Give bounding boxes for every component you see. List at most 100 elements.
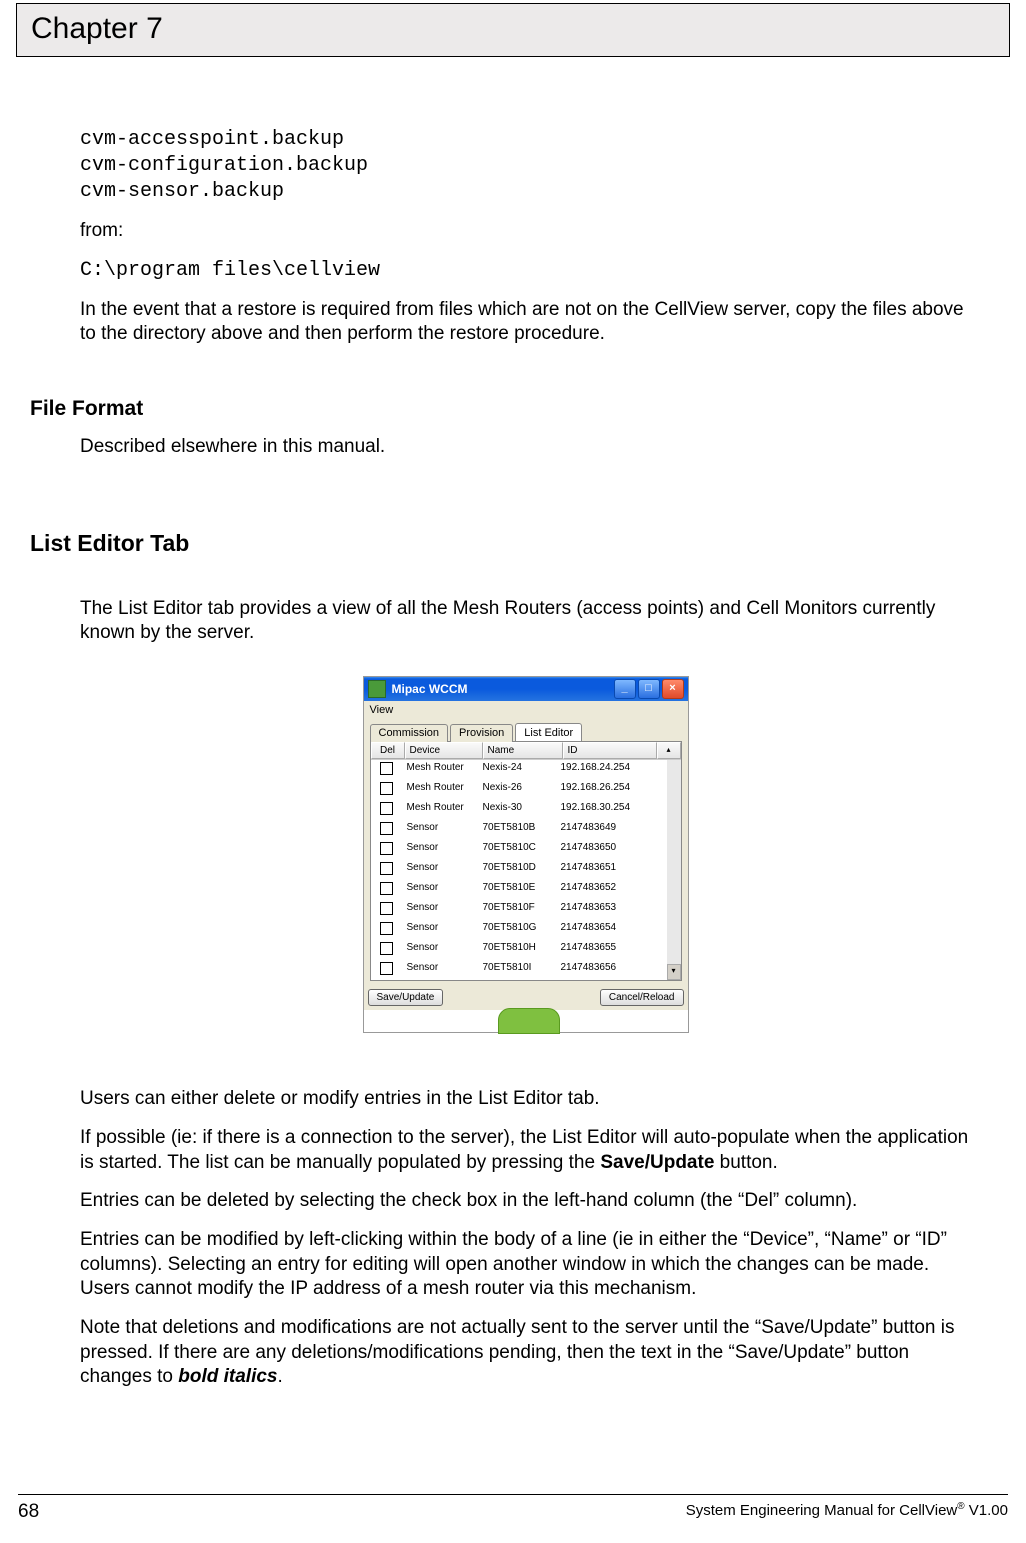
tab-list-editor[interactable]: List Editor bbox=[515, 723, 582, 741]
scrollbar[interactable]: ▾ bbox=[667, 760, 681, 980]
del-checkbox-cell[interactable] bbox=[371, 800, 403, 820]
tab-row: Commission Provision List Editor bbox=[364, 719, 688, 741]
checkbox-icon[interactable] bbox=[380, 822, 393, 835]
name-cell[interactable]: Nexis-24 bbox=[479, 760, 557, 780]
checkbox-icon[interactable] bbox=[380, 762, 393, 775]
text-span: . bbox=[278, 1366, 283, 1387]
device-cell[interactable]: Mesh Router bbox=[403, 780, 479, 800]
header-id[interactable]: ID bbox=[563, 742, 657, 759]
device-cell[interactable]: Sensor bbox=[403, 840, 479, 860]
close-button[interactable]: × bbox=[662, 679, 684, 699]
del-checkbox-cell[interactable] bbox=[371, 840, 403, 860]
name-cell[interactable]: 70ET5810E bbox=[479, 880, 557, 900]
menu-view[interactable]: View bbox=[370, 704, 394, 716]
name-cell[interactable]: 70ET5810G bbox=[479, 920, 557, 940]
scroll-up-button[interactable]: ▴ bbox=[657, 742, 681, 759]
del-checkbox-cell[interactable] bbox=[371, 940, 403, 960]
tab-panel: Del Device Name ID ▴ Mesh RouterNexis-24… bbox=[370, 741, 682, 981]
id-cell[interactable]: 192.168.26.254 bbox=[557, 780, 667, 800]
header-del[interactable]: Del bbox=[371, 742, 405, 759]
device-cell[interactable]: Sensor bbox=[403, 900, 479, 920]
device-cell[interactable]: Mesh Router bbox=[403, 760, 479, 780]
del-checkbox-cell[interactable] bbox=[371, 880, 403, 900]
device-cell[interactable]: Sensor bbox=[403, 860, 479, 880]
name-cell[interactable]: 70ET5810H bbox=[479, 940, 557, 960]
checkbox-icon[interactable] bbox=[380, 862, 393, 875]
name-cell[interactable]: 70ET5810D bbox=[479, 860, 557, 880]
table-row[interactable]: Mesh RouterNexis-30192.168.30.254 bbox=[371, 800, 667, 820]
name-cell[interactable]: 70ET5810C bbox=[479, 840, 557, 860]
checkbox-icon[interactable] bbox=[380, 782, 393, 795]
button-row: Save/Update Cancel/Reload bbox=[364, 985, 688, 1010]
table-row[interactable]: Sensor70ET5810F2147483653 bbox=[371, 900, 667, 920]
device-cell[interactable]: Sensor bbox=[403, 920, 479, 940]
del-checkbox-cell[interactable] bbox=[371, 760, 403, 780]
id-cell[interactable]: 2147483651 bbox=[557, 860, 667, 880]
scroll-down-button[interactable]: ▾ bbox=[667, 964, 681, 980]
tab-provision[interactable]: Provision bbox=[450, 724, 513, 742]
name-cell[interactable]: 70ET5810F bbox=[479, 900, 557, 920]
table-row[interactable]: Mesh RouterNexis-24192.168.24.254 bbox=[371, 760, 667, 780]
table-row[interactable]: Sensor70ET5810H2147483655 bbox=[371, 940, 667, 960]
wccm-window: Mipac WCCM _ □ × View Commission Provisi… bbox=[363, 676, 689, 1033]
header-name[interactable]: Name bbox=[483, 742, 563, 759]
maximize-button[interactable]: □ bbox=[638, 679, 660, 699]
minimize-button[interactable]: _ bbox=[614, 679, 636, 699]
table-row[interactable]: Sensor70ET5810I2147483656 bbox=[371, 960, 667, 980]
window-title: Mipac WCCM bbox=[392, 682, 614, 696]
del-checkbox-cell[interactable] bbox=[371, 960, 403, 980]
id-cell[interactable]: 2147483655 bbox=[557, 940, 667, 960]
del-checkbox-cell[interactable] bbox=[371, 920, 403, 940]
device-cell[interactable]: Mesh Router bbox=[403, 800, 479, 820]
name-cell[interactable]: Nexis-26 bbox=[479, 780, 557, 800]
id-cell[interactable]: 2147483654 bbox=[557, 920, 667, 940]
checkbox-icon[interactable] bbox=[380, 962, 393, 975]
device-cell[interactable]: Sensor bbox=[403, 940, 479, 960]
checkbox-icon[interactable] bbox=[380, 902, 393, 915]
device-cell[interactable]: Sensor bbox=[403, 960, 479, 980]
id-cell[interactable]: 192.168.24.254 bbox=[557, 760, 667, 780]
device-cell[interactable]: Sensor bbox=[403, 820, 479, 840]
app-icon bbox=[368, 680, 386, 698]
window-controls: _ □ × bbox=[614, 679, 684, 699]
deleted-paragraph: Entries can be deleted by selecting the … bbox=[80, 1189, 971, 1214]
users-can-paragraph: Users can either delete or modify entrie… bbox=[80, 1087, 971, 1112]
checkbox-icon[interactable] bbox=[380, 922, 393, 935]
device-cell[interactable]: Sensor bbox=[403, 880, 479, 900]
table-row[interactable]: Sensor70ET5810E2147483652 bbox=[371, 880, 667, 900]
file-format-heading: File Format bbox=[30, 397, 971, 421]
table-row[interactable]: Sensor70ET5810G2147483654 bbox=[371, 920, 667, 940]
name-cell[interactable]: Nexis-30 bbox=[479, 800, 557, 820]
name-cell[interactable]: 70ET5810I bbox=[479, 960, 557, 980]
titlebar: Mipac WCCM _ □ × bbox=[364, 677, 688, 701]
table-row[interactable]: Sensor70ET5810D2147483651 bbox=[371, 860, 667, 880]
id-cell[interactable]: 2147483650 bbox=[557, 840, 667, 860]
code-line: cvm-configuration.backup bbox=[80, 154, 368, 177]
name-cell[interactable]: 70ET5810B bbox=[479, 820, 557, 840]
table-row[interactable]: Mesh RouterNexis-26192.168.26.254 bbox=[371, 780, 667, 800]
checkbox-icon[interactable] bbox=[380, 882, 393, 895]
id-cell[interactable]: 2147483653 bbox=[557, 900, 667, 920]
id-cell[interactable]: 192.168.30.254 bbox=[557, 800, 667, 820]
id-cell[interactable]: 2147483649 bbox=[557, 820, 667, 840]
table-row[interactable]: Sensor70ET5810C2147483650 bbox=[371, 840, 667, 860]
cancel-reload-button[interactable]: Cancel/Reload bbox=[600, 989, 684, 1006]
del-checkbox-cell[interactable] bbox=[371, 820, 403, 840]
checkbox-icon[interactable] bbox=[380, 942, 393, 955]
del-checkbox-cell[interactable] bbox=[371, 900, 403, 920]
file-format-paragraph: Described elsewhere in this manual. bbox=[80, 435, 971, 460]
chapter-title: Chapter 7 bbox=[31, 12, 995, 46]
list-editor-intro: The List Editor tab provides a view of a… bbox=[80, 597, 971, 646]
header-device[interactable]: Device bbox=[405, 742, 483, 759]
id-cell[interactable]: 2147483656 bbox=[557, 960, 667, 980]
save-update-button[interactable]: Save/Update bbox=[368, 989, 444, 1006]
del-checkbox-cell[interactable] bbox=[371, 780, 403, 800]
id-cell[interactable]: 2147483652 bbox=[557, 880, 667, 900]
text-span: System Engineering Manual for CellView bbox=[686, 1502, 958, 1519]
checkbox-icon[interactable] bbox=[380, 802, 393, 815]
tab-commission[interactable]: Commission bbox=[370, 724, 449, 742]
text-span: button. bbox=[714, 1152, 777, 1173]
table-row[interactable]: Sensor70ET5810B2147483649 bbox=[371, 820, 667, 840]
del-checkbox-cell[interactable] bbox=[371, 860, 403, 880]
checkbox-icon[interactable] bbox=[380, 842, 393, 855]
